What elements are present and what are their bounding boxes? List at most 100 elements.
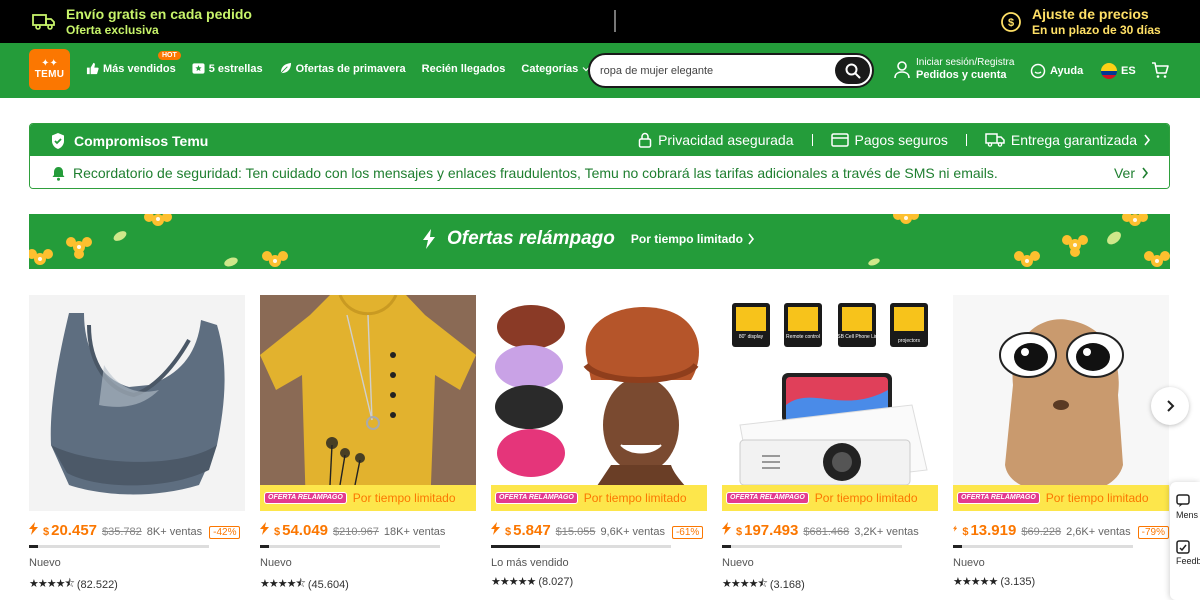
product-card[interactable]: OFERTA RELÁMPAGO Por tiempo limitado $13…	[953, 295, 1169, 588]
side-messages-label: Mens	[1176, 510, 1199, 520]
top-promo-bar: Envío gratis en cada pedido Oferta exclu…	[0, 0, 1200, 43]
nav-new-arrivals-label: Recién llegados	[421, 62, 506, 75]
commit-privacy-label: Privacidad asegurada	[658, 132, 794, 148]
stock-progress-bar	[491, 545, 671, 548]
side-messages[interactable]: Mens	[1176, 494, 1200, 520]
price-adjust-icon: $	[1001, 12, 1021, 32]
flash-deals-subtitle-label: Por tiempo limitado	[630, 232, 743, 246]
price-adjust-promo[interactable]: $ Ajuste de precios En un plazo de 30 dí…	[1000, 6, 1161, 38]
nav-five-stars[interactable]: 5 estrellas	[192, 62, 263, 75]
price-row: $5.847 $15.055 9,6K+ ventas -61%	[491, 522, 707, 539]
product-image[interactable]: OFERTA RELÁMPAGO Por tiempo limitado	[491, 295, 707, 511]
lightning-icon	[29, 522, 38, 535]
chevron-right-icon	[1142, 167, 1149, 179]
nav-new-arrivals[interactable]: Recién llegados	[422, 63, 506, 75]
commit-delivery-label: Entrega garantizada	[1010, 132, 1137, 148]
price-row: $197.493 $681.468 3,2K+ ventas	[722, 522, 938, 539]
language-selector[interactable]: ES	[1101, 63, 1136, 79]
product-card[interactable]: OFERTA RELÁMPAGO Por tiempo limitado $5.…	[491, 295, 707, 588]
logo-text: TEMU	[34, 68, 65, 80]
price-row: $20.457 $35.782 8K+ ventas -42%	[29, 522, 245, 539]
side-feedback[interactable]: Feedb	[1176, 540, 1200, 566]
cart-button[interactable]	[1151, 61, 1169, 84]
rating-count: (82.522)	[76, 578, 118, 591]
account-menu[interactable]: Iniciar sesión/Registra Pedidos y cuenta	[894, 57, 1014, 82]
help-link[interactable]: Ayuda	[1030, 63, 1083, 79]
product-sales: 18K+ ventas	[383, 526, 446, 538]
product-price: $20.457	[43, 522, 98, 539]
star-box-icon	[192, 63, 205, 74]
product-image[interactable]: 80" display Remote control USB Cell Phon…	[722, 295, 938, 511]
commit-privacy: Privacidad asegurada	[638, 132, 794, 148]
flash-sale-badge-text: Por tiempo limitado	[1045, 491, 1149, 505]
bell-icon	[52, 166, 65, 181]
product-tag: Nuevo	[722, 557, 754, 569]
language-code: ES	[1121, 65, 1136, 77]
temu-logo[interactable]: ✦✦ TEMU	[29, 49, 70, 90]
carousel-next-button[interactable]	[1151, 387, 1189, 425]
nav-categories-label: Categorías	[521, 62, 579, 75]
flash-deals-subtitle: Por tiempo limitado	[631, 232, 755, 246]
product-card[interactable]: $20.457 $35.782 8K+ ventas -42% Nuevo ★★…	[29, 295, 245, 591]
feedback-icon	[1176, 540, 1190, 554]
thumbs-up-icon	[86, 62, 99, 75]
security-notice-link[interactable]: Ver	[1114, 165, 1149, 181]
flash-sale-badge-image: OFERTA RELÁMPAGO	[957, 492, 1040, 504]
search-button[interactable]	[835, 57, 870, 84]
product-rating: ★★★★⯪ (45.604)	[260, 575, 349, 594]
chevron-right-icon	[1144, 134, 1151, 146]
rating-count: (45.604)	[307, 578, 349, 591]
rating-stars-icon: ★★★★★	[491, 576, 536, 588]
product-image[interactable]: OFERTA RELÁMPAGO Por tiempo limitado	[953, 295, 1169, 511]
rating-count: (8.027)	[538, 575, 574, 588]
bra-product-image	[50, 313, 225, 495]
product-discount-badge: -42%	[209, 526, 241, 539]
product-sales: 3,2K+ ventas	[854, 526, 919, 538]
commitments-bar[interactable]: Compromisos Temu Privacidad asegurada Pa…	[30, 124, 1169, 156]
nav-spring-offers[interactable]: Ofertas de primavera	[279, 62, 406, 75]
free-shipping-promo[interactable]: Envío gratis en cada pedido Oferta exclu…	[32, 6, 252, 38]
free-shipping-subtitle: Oferta exclusiva	[66, 23, 159, 37]
rating-stars-icon: ★★★★⯪	[722, 578, 768, 590]
product-rating: ★★★★⯪ (82.522)	[29, 575, 118, 594]
product-image[interactable]: OFERTA RELÁMPAGO Por tiempo limitado	[260, 295, 476, 511]
product-tag: Nuevo	[260, 557, 292, 569]
security-notice: Recordatorio de seguridad: Ten cuidado c…	[30, 156, 1169, 188]
price-adjust-title: Ajuste de precios	[1032, 6, 1149, 22]
product-old-price: $35.782	[102, 526, 142, 538]
projector-feature-label: projectors	[898, 338, 920, 344]
product-rating: ★★★★★ (3.135)	[953, 575, 1035, 589]
commit-payments-label: Pagos seguros	[854, 132, 948, 148]
product-tag: Nuevo	[29, 557, 61, 569]
main-nav: Más vendidos HOT 5 estrellas Ofertas de …	[86, 51, 606, 75]
chat-smile-icon	[1030, 63, 1046, 79]
commit-delivery: Entrega garantizada	[985, 132, 1151, 148]
product-card[interactable]: 80" display Remote control USB Cell Phon…	[722, 295, 938, 591]
flash-sale-badge-image: OFERTA RELÁMPAGO	[726, 492, 809, 504]
product-card[interactable]: OFERTA RELÁMPAGO Por tiempo limitado $54…	[260, 295, 476, 591]
topbar-divider	[614, 10, 616, 32]
product-old-price: $681.468	[803, 526, 850, 538]
side-float-panel: Mens Feedb	[1170, 482, 1200, 600]
projector-feature-label: USB Cell Phone Link	[834, 334, 881, 340]
product-image[interactable]	[29, 295, 245, 511]
nav-categories[interactable]: Categorías	[521, 63, 590, 75]
flash-sale-badge-image: OFERTA RELÁMPAGO	[495, 492, 578, 504]
product-rating: ★★★★★ (8.027)	[491, 575, 574, 589]
cart-icon	[1152, 62, 1169, 78]
nav-best-sellers[interactable]: Más vendidos HOT	[86, 51, 181, 75]
flash-deals-title: Ofertas relámpago	[447, 228, 615, 249]
product-price: $13.919	[962, 522, 1017, 539]
flash-deals-banner[interactable]: Ofertas relámpago Por tiempo limitado	[29, 214, 1170, 269]
rating-stars-icon: ★★★★⯪	[29, 578, 75, 590]
projector-feature-label: 80" display	[739, 334, 764, 340]
flash-sale-badge-image: OFERTA RELÁMPAGO	[264, 492, 347, 504]
lightning-icon	[953, 525, 958, 532]
shield-check-icon	[52, 133, 64, 149]
chevron-right-icon	[1167, 400, 1175, 412]
lightning-icon	[260, 522, 269, 535]
product-rating: ★★★★⯪ (3.168)	[722, 575, 805, 594]
lock-icon	[638, 132, 652, 148]
search-input[interactable]	[600, 62, 830, 80]
flash-sale-badge-text: Por tiempo limitado	[352, 491, 456, 505]
